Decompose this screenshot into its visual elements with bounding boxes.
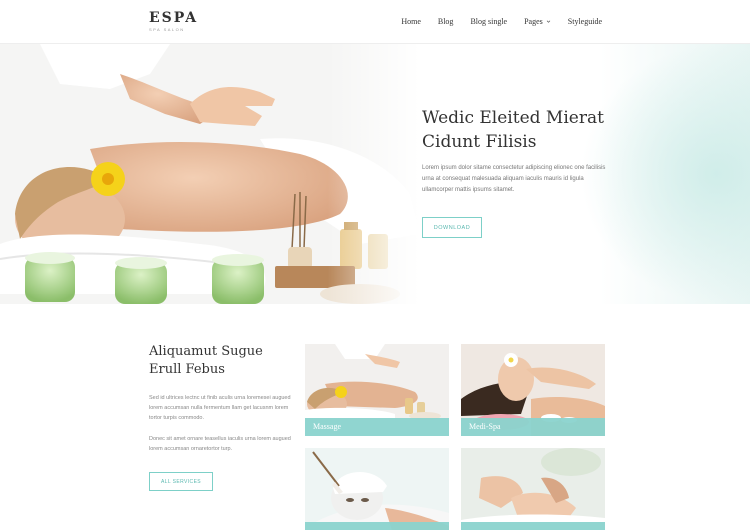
service-card-face-massage[interactable] <box>461 448 605 530</box>
service-card-medi-spa[interactable]: Medi-Spa <box>461 344 605 436</box>
hero-text: Lorem ipsum dolor sitame consectetur adi… <box>422 165 606 193</box>
service-card-massage[interactable]: Massage <box>305 344 449 436</box>
nav-home[interactable]: Home <box>401 17 421 26</box>
logo-text: ESPA <box>149 10 199 26</box>
main-nav: Home Blog Blog single Pages Styleguide <box>384 17 602 26</box>
facial-mask-image <box>305 448 449 530</box>
services-text-1: Sed id ultrices lectnc ut finib aculis u… <box>149 395 291 421</box>
chevron-down-icon <box>546 20 551 23</box>
service-card-facial[interactable] <box>305 448 449 530</box>
services-title: Aliquamut Sugue Erull Febus <box>149 344 263 377</box>
logo[interactable]: ESPA SPA SALON <box>149 11 198 32</box>
logo-tagline: SPA SALON <box>149 27 185 32</box>
hero-title: Wedic Eleited Mierat Cidunt Filisis <box>422 108 604 152</box>
nav-pages-label: Pages <box>524 17 543 26</box>
hero-spa-image <box>0 44 420 304</box>
download-button[interactable]: DOWNLOAD <box>422 217 482 238</box>
services-text-2: Donec sit amet ornare teasellus iaculis … <box>149 436 291 452</box>
card-label <box>305 522 449 530</box>
card-label <box>461 522 605 530</box>
hero-section: Wedic Eleited Mierat Cidunt Filisis Lore… <box>0 44 750 304</box>
nav-blog[interactable]: Blog <box>438 17 454 26</box>
nav-pages[interactable]: Pages <box>524 17 551 26</box>
nav-styleguide[interactable]: Styleguide <box>568 17 602 26</box>
site-header: ESPA SPA SALON Home Blog Blog single Pag… <box>0 0 750 44</box>
card-label: Massage <box>305 418 449 436</box>
nav-blog-single[interactable]: Blog single <box>470 17 507 26</box>
all-services-button[interactable]: ALL SERVICES <box>149 472 213 491</box>
card-label: Medi-Spa <box>461 418 605 436</box>
face-massage-image <box>461 448 605 530</box>
